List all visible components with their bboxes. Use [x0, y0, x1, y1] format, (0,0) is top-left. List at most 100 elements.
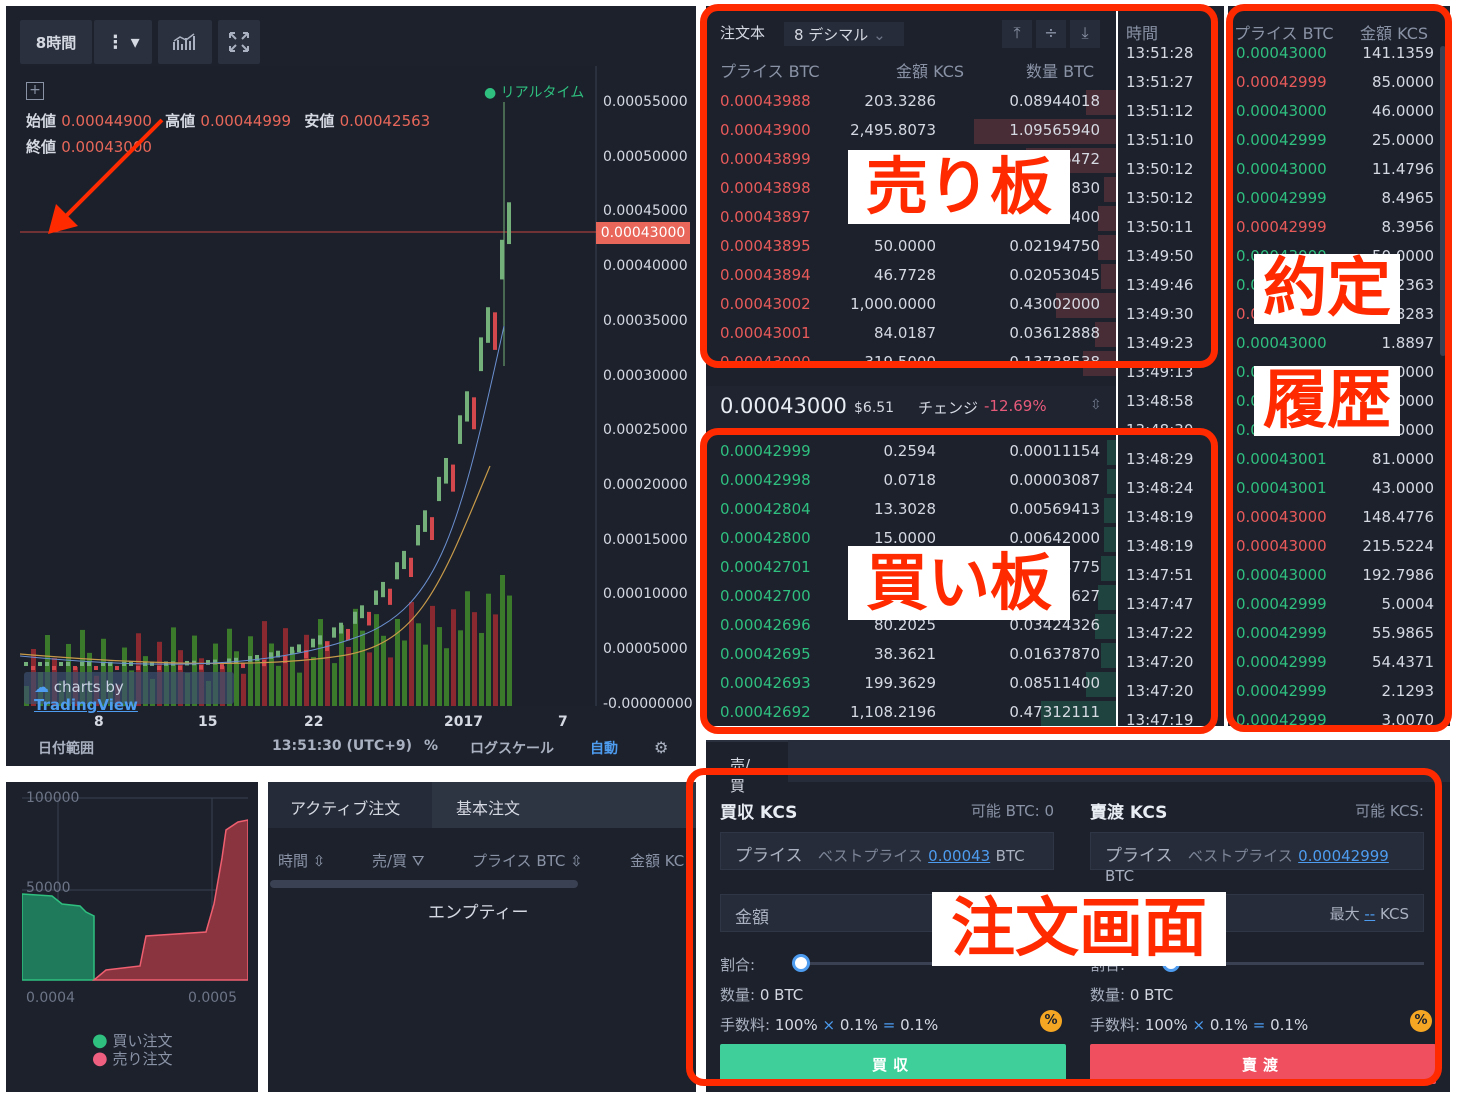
split-view-icon[interactable]: ÷ [1036, 20, 1066, 48]
price-cell: 0.00043001 [720, 324, 811, 342]
trade-time: 13:51:10 [1126, 131, 1194, 149]
bid-row[interactable]: 0.00042693 199.3629 0.08511400 [706, 670, 1116, 699]
sell-title: 賣渡 KCS [1090, 803, 1168, 823]
tab-active-orders[interactable]: アクティブ注文 [268, 782, 432, 828]
candle [409, 557, 413, 578]
trade-time: 13:48:19 [1126, 537, 1194, 555]
volume-bar [318, 619, 323, 706]
auto-scale-toggle[interactable]: 自動 [590, 738, 618, 758]
horizontal-scrollbar[interactable] [270, 880, 578, 888]
sell-max-link[interactable]: -- [1364, 905, 1375, 923]
bid-row[interactable]: 0.00042998 0.0718 0.00003087 [706, 467, 1116, 496]
candle [199, 665, 203, 670]
depth-bar [1104, 177, 1116, 202]
bid-row[interactable]: 0.00042692 1,108.2196 0.47312111 [706, 699, 1116, 726]
candle [395, 562, 399, 580]
ask-row[interactable]: 0.00043002 1,000.0000 0.43002000 [706, 291, 1116, 320]
log-scale-toggle[interactable]: ログスケール [470, 738, 554, 758]
trade-price: 0.00042999 [1236, 682, 1327, 700]
interval-menu-button[interactable]: ⋮ ▾ [94, 20, 152, 64]
discount-badge-icon[interactable]: % [1040, 1010, 1062, 1032]
buy-amount-label: 金額 [735, 908, 769, 928]
tradingview-brand[interactable]: ☁ charts by TradingView [24, 672, 234, 714]
amount-cell: 0.2594 [883, 442, 937, 460]
indicators-button[interactable] [158, 20, 212, 64]
candle [458, 415, 462, 444]
tab-basic-orders[interactable]: 基本注文 [432, 782, 696, 828]
ask-row[interactable]: 0.00043000 319.5000 0.13738538 [706, 349, 1116, 378]
col-side[interactable]: 売/買 ⛛ [372, 850, 424, 871]
y-tick-label: 0.00055000 [603, 94, 688, 110]
percent-toggle[interactable]: % [424, 738, 438, 754]
price-cell: 0.00042701 [720, 558, 811, 576]
trade-price: 0.00042999 [1236, 73, 1327, 91]
sell-best-price-link[interactable]: 0.00042999 [1298, 847, 1389, 865]
col-price[interactable]: プライス BTC ⇳ [472, 850, 583, 871]
depth-y-top: 100000 [26, 790, 80, 806]
ask-row[interactable]: 0.00043988 203.3286 0.08944018 [706, 88, 1116, 117]
buy-button[interactable]: 買収 [720, 1044, 1066, 1084]
buy-ratio-handle[interactable] [792, 954, 810, 972]
date-range-button[interactable]: 日付範囲 [38, 738, 94, 758]
trade-amount: 215.5224 [1362, 537, 1434, 555]
sell-price-label: プライス [1105, 846, 1173, 866]
amount-cell: 199.3629 [864, 674, 936, 692]
ask-row[interactable]: 0.00043895 50.0000 0.02194750 [706, 233, 1116, 262]
decimals-select[interactable]: 8 デシマル ⌄ [784, 22, 904, 46]
bid-row[interactable]: 0.00042695 38.3621 0.01637870 [706, 641, 1116, 670]
candle [381, 581, 385, 598]
trade-amount: 2.1293 [1381, 682, 1435, 700]
volume-bar [297, 672, 302, 706]
amount-cell: 0.0718 [883, 471, 937, 489]
col-time[interactable]: 時間 ⇳ [278, 850, 325, 871]
volume-bar [423, 644, 428, 706]
trade-time: 13:48:30 [1126, 421, 1194, 439]
interval-button[interactable]: 8時間 [20, 20, 92, 64]
sort-icon: ⇳ [570, 852, 583, 870]
y-tick-label: 0.00050000 [603, 148, 688, 165]
history-scrollbar[interactable] [1440, 46, 1446, 356]
buy-qty: 数量: 0 BTC [720, 984, 803, 1005]
trade-price: 0.00043000 [1236, 537, 1327, 555]
sell-price-input[interactable]: プライス ベストプライス 0.00042999 BTC [1090, 832, 1424, 885]
upload-icon[interactable]: ⤒ [1002, 20, 1032, 48]
sort-arrows-icon[interactable]: ⇳ [1090, 397, 1102, 413]
tradingview-link[interactable]: TradingView [34, 696, 138, 714]
ask-row[interactable]: 0.00043900 2,495.8073 1.09565940 [706, 117, 1116, 146]
candle [360, 605, 364, 619]
brand-text: charts by [53, 678, 124, 696]
bid-row[interactable]: 0.00042804 13.3028 0.00569413 [706, 496, 1116, 525]
trade-amount: 192.7986 [1362, 566, 1434, 584]
col-amount[interactable]: 金額 KC [630, 850, 684, 871]
add-indicator-icon[interactable]: + [26, 82, 44, 100]
price-cell: 0.00042999 [720, 442, 811, 460]
candle [234, 657, 238, 664]
bid-row[interactable]: 0.00042999 0.2594 0.00011154 [706, 438, 1116, 467]
candle [472, 397, 476, 430]
trade-price: 0.00042999 [1236, 189, 1327, 207]
sell-fee-c: 0.1% [1270, 1016, 1309, 1034]
trade-price: 0.00042999 [1236, 624, 1327, 642]
col-qty-header: 数量 BTC [1026, 62, 1095, 81]
ask-row[interactable]: 0.00043001 84.0187 0.03612888 [706, 320, 1116, 349]
candle [493, 312, 497, 350]
amount-cell: 1,108.2196 [850, 703, 936, 721]
volume-bar [507, 595, 512, 706]
discount-badge-icon[interactable]: % [1410, 1010, 1432, 1032]
tab-buy-sell[interactable]: 売/買 [706, 740, 788, 795]
candle [500, 239, 504, 280]
amount-cell: 319.5000 [864, 353, 936, 371]
buy-price-input[interactable]: プライス ベストプライス 0.00043 BTC [720, 832, 1054, 870]
trade-price: 0.00043000 [1236, 44, 1327, 62]
trade-amount: 55.9865 [1371, 624, 1434, 642]
chart-settings-icon[interactable]: ⚙ [654, 738, 668, 757]
ask-row[interactable]: 0.00043894 46.7728 0.02053045 [706, 262, 1116, 291]
download-icon[interactable]: ⤓ [1070, 20, 1100, 48]
sell-qty-label: 数量: [1090, 986, 1126, 1004]
fullscreen-button[interactable] [218, 20, 260, 64]
buy-fee: 手数料: 100% × 0.1% = 0.1% [720, 1014, 938, 1035]
qty-cell: 0.02194750 [1009, 237, 1100, 255]
volume-bar [367, 652, 372, 706]
buy-best-price-link[interactable]: 0.00043 [928, 847, 990, 865]
sell-button[interactable]: 賣渡 [1090, 1044, 1436, 1084]
